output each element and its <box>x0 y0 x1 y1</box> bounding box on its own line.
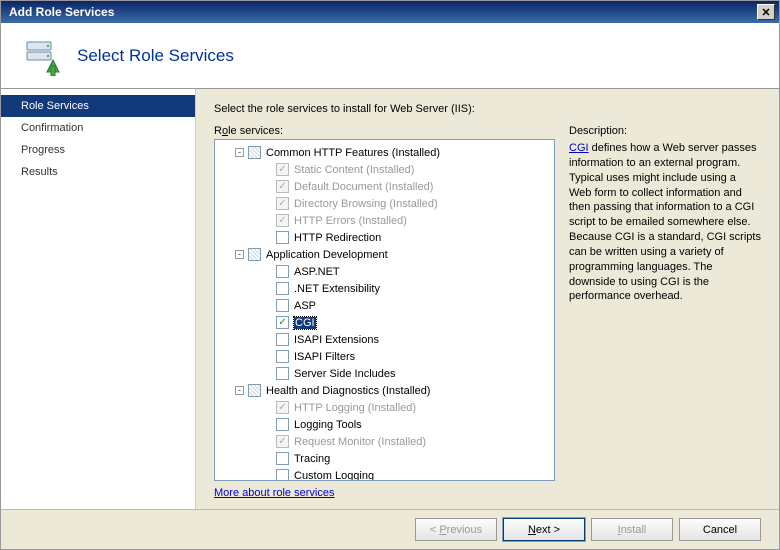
tree-item-label: Common HTTP Features (Installed) <box>266 147 440 159</box>
tree-row[interactable]: Tracing <box>217 450 552 467</box>
tree-row[interactable]: ISAPI Filters <box>217 348 552 365</box>
sidebar-item-confirmation[interactable]: Confirmation <box>1 117 195 139</box>
tree-item-label: Request Monitor (Installed) <box>294 436 426 448</box>
checkbox <box>276 180 289 193</box>
description-link[interactable]: CGI <box>569 142 589 154</box>
checkbox <box>276 197 289 210</box>
checkbox[interactable] <box>248 146 261 159</box>
tree-row[interactable]: Default Document (Installed) <box>217 178 552 195</box>
tree-item-label: Custom Logging <box>294 470 374 482</box>
checkbox[interactable] <box>276 452 289 465</box>
checkbox[interactable] <box>276 367 289 380</box>
checkbox[interactable] <box>276 231 289 244</box>
collapse-icon[interactable]: - <box>235 386 244 395</box>
tree-row[interactable]: HTTP Errors (Installed) <box>217 212 552 229</box>
checkbox[interactable] <box>276 418 289 431</box>
tree-row[interactable]: HTTP Logging (Installed) <box>217 399 552 416</box>
titlebar: Add Role Services ✕ <box>1 1 779 23</box>
body: Role Services Confirmation Progress Resu… <box>1 89 779 509</box>
more-about-role-services-link[interactable]: More about role services <box>214 487 555 499</box>
tree-item-label: ISAPI Filters <box>294 351 355 363</box>
checkbox[interactable] <box>276 316 289 329</box>
tree-item-label: Health and Diagnostics (Installed) <box>266 385 430 397</box>
checkbox[interactable] <box>248 248 261 261</box>
collapse-icon[interactable]: - <box>235 148 244 157</box>
install-button: Install <box>591 518 673 541</box>
main-panel: Select the role services to install for … <box>196 89 779 509</box>
tree-row[interactable]: ASP.NET <box>217 263 552 280</box>
footer: < Previous Next > Install Cancel <box>1 509 779 549</box>
tree-row[interactable]: Logging Tools <box>217 416 552 433</box>
checkbox <box>276 214 289 227</box>
columns: Role services: - Common HTTP Features (In… <box>214 125 761 499</box>
tree-row[interactable]: Custom Logging <box>217 467 552 481</box>
tree-row[interactable]: Static Content (Installed) <box>217 161 552 178</box>
tree-row[interactable]: Directory Browsing (Installed) <box>217 195 552 212</box>
description-title: Description: <box>569 125 761 137</box>
description-text: CGI defines how a Web server passes info… <box>569 141 761 304</box>
tree-row[interactable]: CGI <box>217 314 552 331</box>
checkbox[interactable] <box>248 384 261 397</box>
tree-row[interactable]: ISAPI Extensions <box>217 331 552 348</box>
tree-row[interactable]: HTTP Redirection <box>217 229 552 246</box>
previous-button: < Previous <box>415 518 497 541</box>
tree-label: Role services: <box>214 125 555 137</box>
description-column: Description: CGI defines how a Web serve… <box>569 125 761 499</box>
tree-item-label: ASP <box>294 300 316 312</box>
tree-item-label: Directory Browsing (Installed) <box>294 198 438 210</box>
checkbox[interactable] <box>276 350 289 363</box>
tree-item-label: Default Document (Installed) <box>294 181 433 193</box>
tree-item-label: .NET Extensibility <box>294 283 380 295</box>
cancel-button[interactable]: Cancel <box>679 518 761 541</box>
tree-item-label: HTTP Redirection <box>294 232 381 244</box>
tree-row[interactable]: Server Side Includes <box>217 365 552 382</box>
sidebar: Role Services Confirmation Progress Resu… <box>1 89 196 509</box>
tree-row[interactable]: - Application Development <box>217 246 552 263</box>
checkbox <box>276 435 289 448</box>
checkbox <box>276 163 289 176</box>
window-title: Add Role Services <box>5 5 757 19</box>
tree-column: Role services: - Common HTTP Features (In… <box>214 125 555 499</box>
tree-row[interactable]: - Health and Diagnostics (Installed) <box>217 382 552 399</box>
sidebar-item-results[interactable]: Results <box>1 161 195 183</box>
collapse-icon[interactable]: - <box>235 250 244 259</box>
tree-item-label: CGI <box>294 317 316 329</box>
tree-item-label: Tracing <box>294 453 330 465</box>
checkbox[interactable] <box>276 299 289 312</box>
tree-item-label: HTTP Errors (Installed) <box>294 215 407 227</box>
next-button[interactable]: Next > <box>503 518 585 541</box>
tree-row[interactable]: .NET Extensibility <box>217 280 552 297</box>
tree-item-label: Server Side Includes <box>294 368 396 380</box>
checkbox[interactable] <box>276 469 289 481</box>
tree-item-label: HTTP Logging (Installed) <box>294 402 416 414</box>
instruction-text: Select the role services to install for … <box>214 103 761 115</box>
checkbox[interactable] <box>276 282 289 295</box>
checkbox[interactable] <box>276 265 289 278</box>
tree-row[interactable]: - Common HTTP Features (Installed) <box>217 144 552 161</box>
sidebar-item-role-services[interactable]: Role Services <box>1 95 195 117</box>
checkbox <box>276 401 289 414</box>
add-role-services-window: Add Role Services ✕ Select Role Services… <box>0 0 780 550</box>
server-roles-icon <box>23 36 63 76</box>
sidebar-item-progress[interactable]: Progress <box>1 139 195 161</box>
tree-item-label: Application Development <box>266 249 388 261</box>
tree-item-label: Static Content (Installed) <box>294 164 414 176</box>
tree-row[interactable]: Request Monitor (Installed) <box>217 433 552 450</box>
page-title: Select Role Services <box>77 46 234 66</box>
tree-item-label: ISAPI Extensions <box>294 334 379 346</box>
close-icon[interactable]: ✕ <box>757 4 775 20</box>
role-services-tree[interactable]: - Common HTTP Features (Installed) Static … <box>214 139 555 481</box>
checkbox[interactable] <box>276 333 289 346</box>
tree-item-label: ASP.NET <box>294 266 340 278</box>
tree-row[interactable]: ASP <box>217 297 552 314</box>
header: Select Role Services <box>1 23 779 89</box>
tree-item-label: Logging Tools <box>294 419 362 431</box>
